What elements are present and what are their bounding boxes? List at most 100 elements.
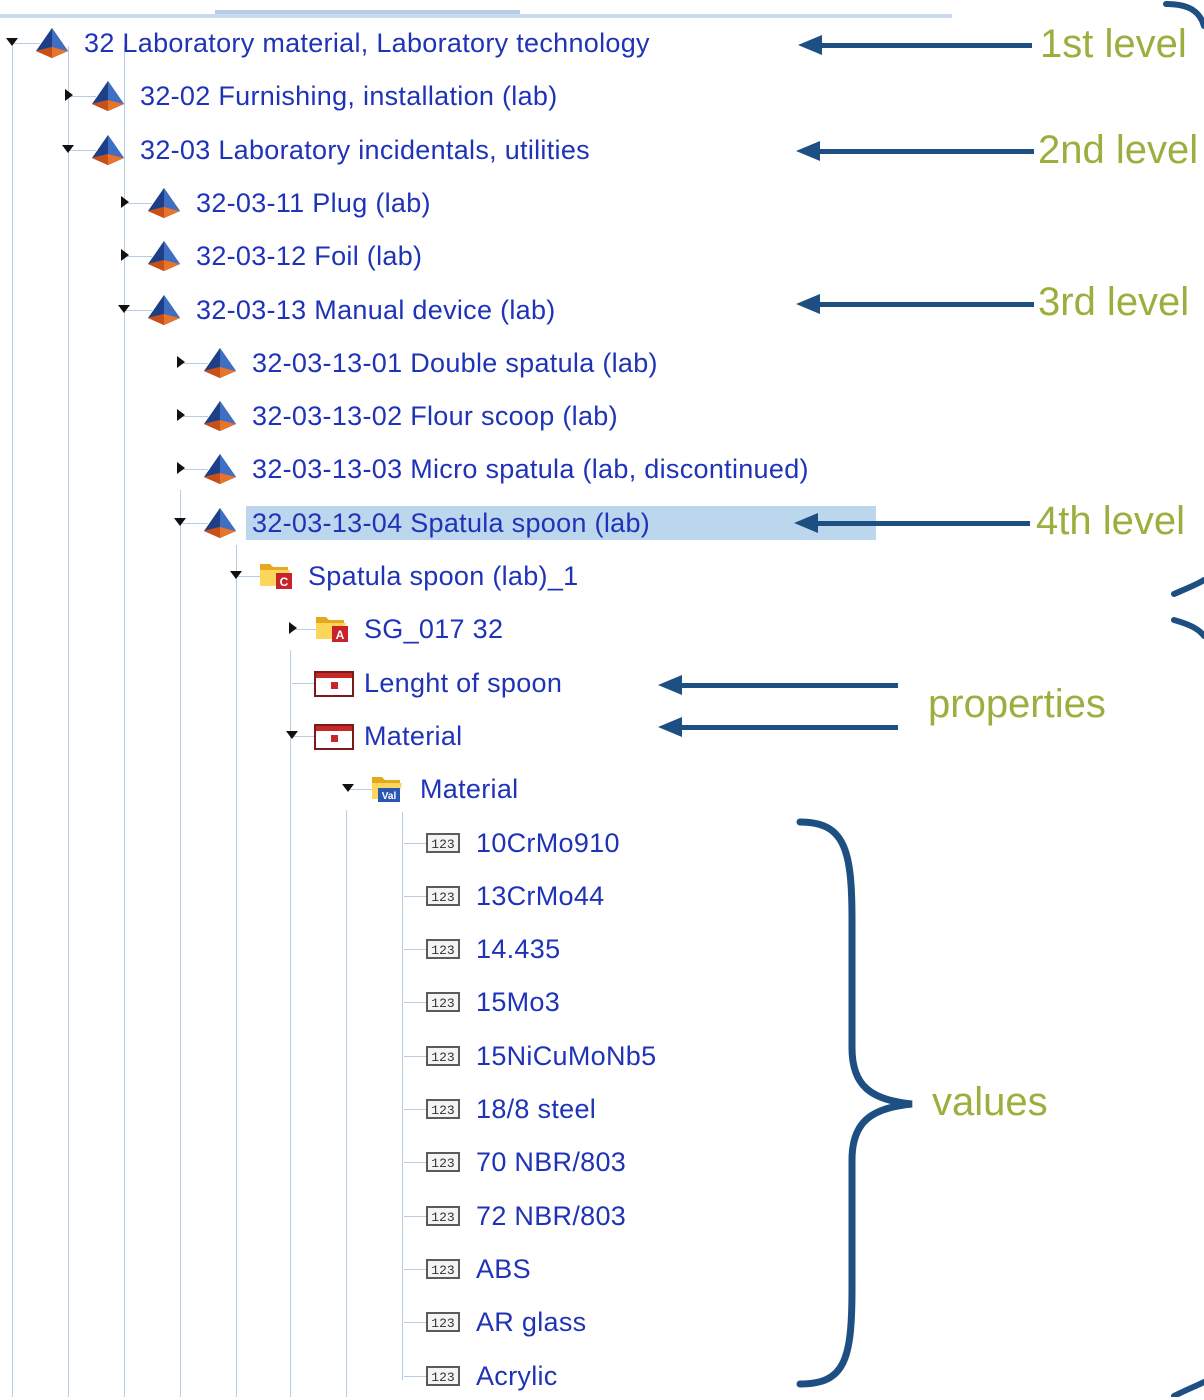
arrow-property-1-head	[658, 675, 682, 695]
svg-text:A: A	[336, 628, 345, 642]
number-value-icon: 123	[426, 1099, 460, 1119]
arrow-4th-level-line	[816, 521, 1030, 526]
tree-row-spatula-spoon-lab-1[interactable]: C Spatula spoon (lab)_1	[0, 552, 960, 600]
arrow-property-1-line	[680, 683, 898, 688]
folder-class-icon: C	[258, 558, 294, 590]
tree-item-label: 72 NBR/803	[476, 1200, 627, 1231]
tree-row-32-02-furnishing-installation-lab[interactable]: 32-02 Furnishing, installation (lab)	[0, 72, 960, 120]
svg-text:Val: Val	[382, 791, 397, 802]
collapse-arrow-icon[interactable]	[174, 517, 186, 526]
arrow-4th-level-head	[794, 513, 818, 533]
arrow-3rd-level-line	[818, 302, 1034, 307]
pyramid-icon	[34, 27, 70, 59]
tree-item-label: 14.435	[476, 934, 561, 965]
property-icon	[314, 723, 354, 750]
property-icon	[314, 670, 354, 697]
number-value-icon: 123	[426, 1045, 460, 1066]
arrow-1st-level-line	[820, 43, 1032, 48]
tree-row-material[interactable]: Material	[0, 712, 960, 760]
tree-item-label: 13CrMo44	[476, 880, 605, 911]
tree-item-label: Spatula spoon (lab)_1	[308, 561, 579, 591]
folder-value-icon: Val	[370, 771, 406, 803]
pyramid-icon	[146, 240, 182, 272]
tree-item-label: 15Mo3	[476, 987, 561, 1018]
brace-fragment-bottom	[1171, 1379, 1204, 1397]
tree-row-sg-017-32[interactable]: A SG_017 32	[0, 605, 960, 653]
pyramid-icon	[202, 507, 238, 539]
tree-item-label: 32-03-13-03 Micro spatula (lab, disconti…	[252, 454, 809, 485]
tree-item-label: 70 NBR/803	[476, 1147, 627, 1178]
tree-top-border	[0, 14, 952, 18]
arrow-2nd-level-head	[796, 141, 820, 161]
number-value-icon: 123	[426, 939, 460, 960]
tree-row-32-03-11-plug-lab[interactable]: 32-03-11 Plug (lab)	[0, 179, 960, 227]
collapse-arrow-icon[interactable]	[286, 730, 298, 739]
collapse-arrow-icon[interactable]	[342, 784, 354, 793]
tree-row-32-03-13-02-flour-scoop-lab[interactable]: 32-03-13-02 Flour scoop (lab)	[0, 392, 960, 440]
expand-arrow-icon[interactable]	[65, 89, 73, 102]
tree-item-label: 32-02 Furnishing, installation (lab)	[140, 81, 558, 112]
tree-item-label: 18/8 steel	[476, 1094, 597, 1124]
tree-item-label: 32-03-13 Manual device (lab)	[196, 294, 556, 325]
brace-fragment-top	[1163, 1, 1204, 29]
collapse-arrow-icon[interactable]	[62, 144, 74, 153]
tree-item-label: Acrylic	[476, 1360, 558, 1391]
tree-item-label: ABS	[476, 1253, 531, 1284]
pyramid-icon	[202, 400, 238, 432]
tree-row-32-03-12-foil-lab[interactable]: 32-03-12 Foil (lab)	[0, 232, 960, 280]
number-value-icon: 123	[426, 832, 460, 853]
folder-attribute-icon: A	[314, 611, 350, 643]
tree-top-scroll-indicator	[215, 10, 520, 14]
pyramid-icon	[146, 187, 182, 219]
tree-item-label: Material	[420, 774, 519, 805]
pyramid-icon	[90, 134, 126, 166]
annotation-properties: properties	[928, 682, 1106, 726]
arrow-property-2-line	[680, 725, 898, 730]
tree-item-label: 32-03-13-04 Spatula spoon (lab)	[246, 505, 877, 540]
collapse-arrow-icon[interactable]	[6, 38, 18, 46]
pyramid-icon	[202, 347, 238, 379]
tree-item-label: 32 Laboratory material, Laboratory techn…	[84, 28, 650, 58]
annotation-values: values	[932, 1080, 1048, 1124]
expand-arrow-icon[interactable]	[289, 622, 297, 635]
tree-item-label: Lenght of spoon	[364, 667, 563, 698]
collapse-arrow-icon[interactable]	[118, 304, 130, 313]
arrow-3rd-level-head	[796, 294, 820, 314]
number-value-icon: 123	[426, 1205, 460, 1226]
tree-item-label: 15NiCuMoNb5	[476, 1040, 657, 1071]
annotation-4th-level: 4th level	[1036, 499, 1185, 543]
tree-row-material[interactable]: Val Material	[0, 765, 960, 813]
expand-arrow-icon[interactable]	[121, 249, 129, 262]
arrow-property-2-head	[658, 717, 682, 737]
tree-item-label: AR glass	[476, 1307, 587, 1338]
pyramid-icon	[90, 80, 126, 112]
tree-item-label: 32-03-13-01 Double spatula (lab)	[252, 347, 658, 378]
expand-arrow-icon[interactable]	[177, 462, 185, 475]
expand-arrow-icon[interactable]	[121, 195, 129, 208]
brace-fragment-mid	[1171, 577, 1204, 639]
annotation-3rd-level: 3rd level	[1038, 280, 1190, 324]
arrow-1st-level-head	[798, 35, 822, 55]
expand-arrow-icon[interactable]	[177, 409, 185, 422]
number-value-icon: 123	[426, 1152, 460, 1173]
tree-item-label: 32-03 Laboratory incidentals, utilities	[140, 134, 590, 165]
number-value-icon: 123	[426, 1258, 460, 1279]
tree-row-32-03-13-01-double-spatula-lab[interactable]: 32-03-13-01 Double spatula (lab)	[0, 339, 960, 387]
expand-arrow-icon[interactable]	[177, 355, 185, 368]
collapse-arrow-icon[interactable]	[230, 571, 242, 579]
tree-item-label: SG_017 32	[364, 614, 504, 645]
tree-item-label: 32-03-12 Foil (lab)	[196, 241, 423, 272]
values-brace	[796, 818, 913, 1388]
pyramid-icon	[146, 294, 182, 326]
number-value-icon: 123	[426, 992, 460, 1013]
number-value-icon: 123	[426, 1365, 460, 1386]
arrow-2nd-level-line	[818, 149, 1034, 154]
tree-item-label: 32-03-11 Plug (lab)	[196, 187, 431, 218]
tree-item-label: 32-03-13-02 Flour scoop (lab)	[252, 401, 618, 432]
annotation-2nd-level: 2nd level	[1038, 128, 1199, 172]
tree-row-32-03-13-03-micro-spatula-lab-discontinued[interactable]: 32-03-13-03 Micro spatula (lab, disconti…	[0, 445, 960, 493]
tree-item-label: Material	[364, 720, 463, 751]
number-value-icon: 123	[426, 1312, 460, 1333]
svg-text:C: C	[280, 575, 289, 589]
number-value-icon: 123	[426, 885, 460, 906]
